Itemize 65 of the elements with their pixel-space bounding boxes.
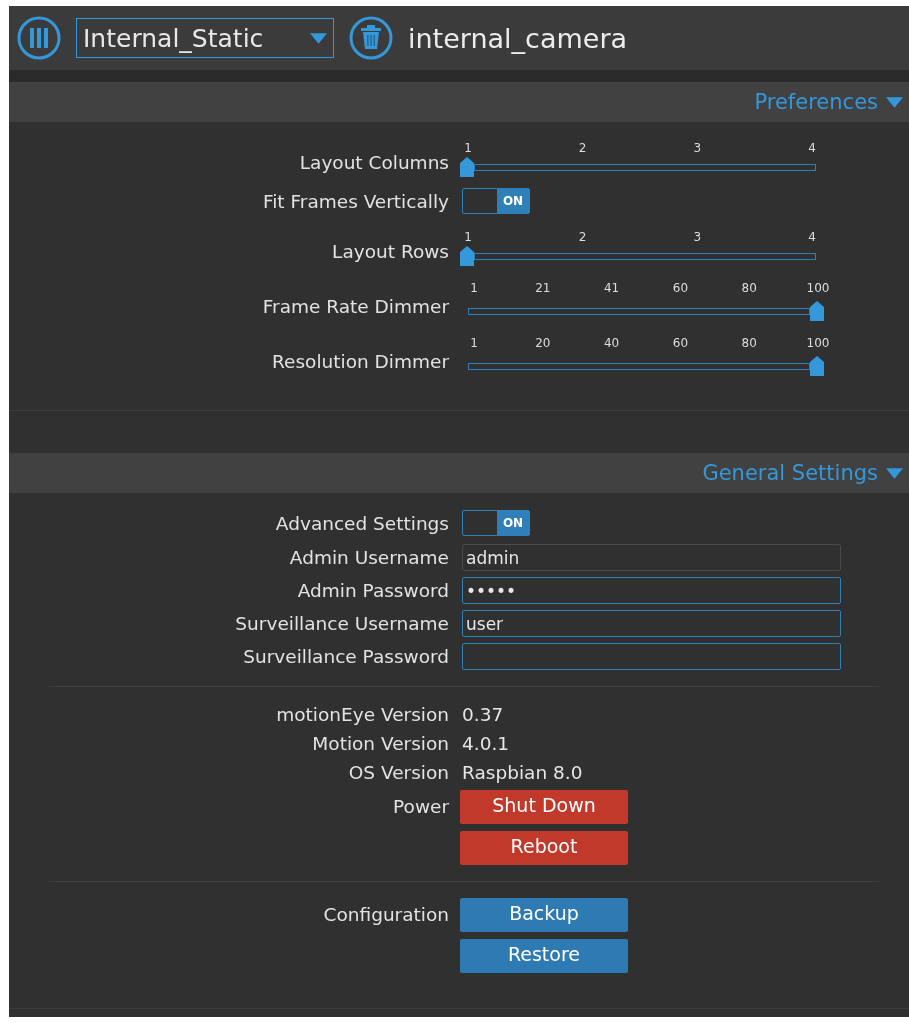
caret-icon <box>886 467 903 479</box>
tick-label: 2 <box>577 230 588 244</box>
camera-select[interactable]: Internal_Static <box>76 18 334 58</box>
action-button[interactable]: Restore <box>460 939 628 973</box>
tick-label: 1 <box>463 141 473 155</box>
tick-label: 2 <box>577 141 588 155</box>
slider-thumb[interactable] <box>810 301 824 321</box>
info-value: 4.0.1 <box>462 733 510 754</box>
tick-label: 100 <box>805 281 831 295</box>
tick-label: 1 <box>469 336 479 350</box>
info-value: 0.37 <box>462 704 504 725</box>
setting-label: Frame Rate Dimmer <box>261 296 449 319</box>
tick-label: 21 <box>534 281 552 295</box>
slider-track[interactable] <box>474 252 816 260</box>
trash-icon[interactable] <box>348 15 394 61</box>
setting-label: Admin Username <box>288 547 449 568</box>
setting-label: Resolution Dimmer <box>271 351 449 374</box>
setting-label: Surveillance Password <box>242 646 449 667</box>
tick-label: 80 <box>740 281 758 295</box>
tick-label: 3 <box>692 230 703 244</box>
slider-thumb[interactable] <box>460 246 474 266</box>
tick-label: 20 <box>534 336 552 350</box>
tick-label: 4 <box>807 141 817 155</box>
slider-thumb[interactable] <box>460 157 474 177</box>
tick-label: 1 <box>469 281 479 295</box>
tick-label: 4 <box>807 230 817 244</box>
toggle-switch[interactable]: ON <box>462 510 530 536</box>
input-field[interactable] <box>462 643 841 670</box>
input-field[interactable]: ••••• <box>462 577 841 604</box>
caret-icon <box>310 32 327 44</box>
slider-thumb[interactable] <box>810 356 824 376</box>
tick-label: 40 <box>602 336 621 350</box>
section-header[interactable]: General Settings <box>9 453 909 493</box>
setting-label: Configuration <box>322 903 449 925</box>
setting-label: Advanced Settings <box>274 512 449 534</box>
slider-track[interactable] <box>468 307 810 315</box>
input-field[interactable]: admin <box>462 544 841 571</box>
danger-button[interactable]: Reboot <box>460 831 628 865</box>
tick-label: 1 <box>463 230 473 244</box>
tick-label: 60 <box>671 281 690 295</box>
setting-label: Layout Rows <box>331 241 449 264</box>
tick-label: 60 <box>671 336 690 350</box>
caret-icon <box>886 96 903 108</box>
tick-label: 100 <box>805 336 831 350</box>
toggle-switch[interactable]: ON <box>462 188 530 214</box>
slider-track[interactable] <box>468 362 810 370</box>
camera-name: internal_camera <box>408 22 628 54</box>
setting-label: motionEye Version <box>275 704 449 725</box>
setting-label: Fit Frames Vertically <box>261 190 449 212</box>
input-field[interactable]: user <box>462 610 841 637</box>
info-value: Raspbian 8.0 <box>462 762 583 783</box>
danger-button[interactable]: Shut Down <box>460 790 628 824</box>
setting-label: Admin Password <box>296 580 449 601</box>
section-header[interactable]: Preferences <box>9 82 909 122</box>
tick-label: 41 <box>602 281 621 295</box>
tick-label: 80 <box>740 336 758 350</box>
setting-label: Surveillance Username <box>234 613 449 634</box>
tick-label: 3 <box>692 141 703 155</box>
menu-icon[interactable] <box>16 15 62 61</box>
slider-track[interactable] <box>474 163 816 171</box>
setting-label: Layout Columns <box>298 152 449 175</box>
action-button[interactable]: Backup <box>460 898 628 932</box>
setting-label: OS Version <box>347 762 449 783</box>
setting-label: Power <box>392 795 449 817</box>
setting-label: Motion Version <box>311 733 449 754</box>
